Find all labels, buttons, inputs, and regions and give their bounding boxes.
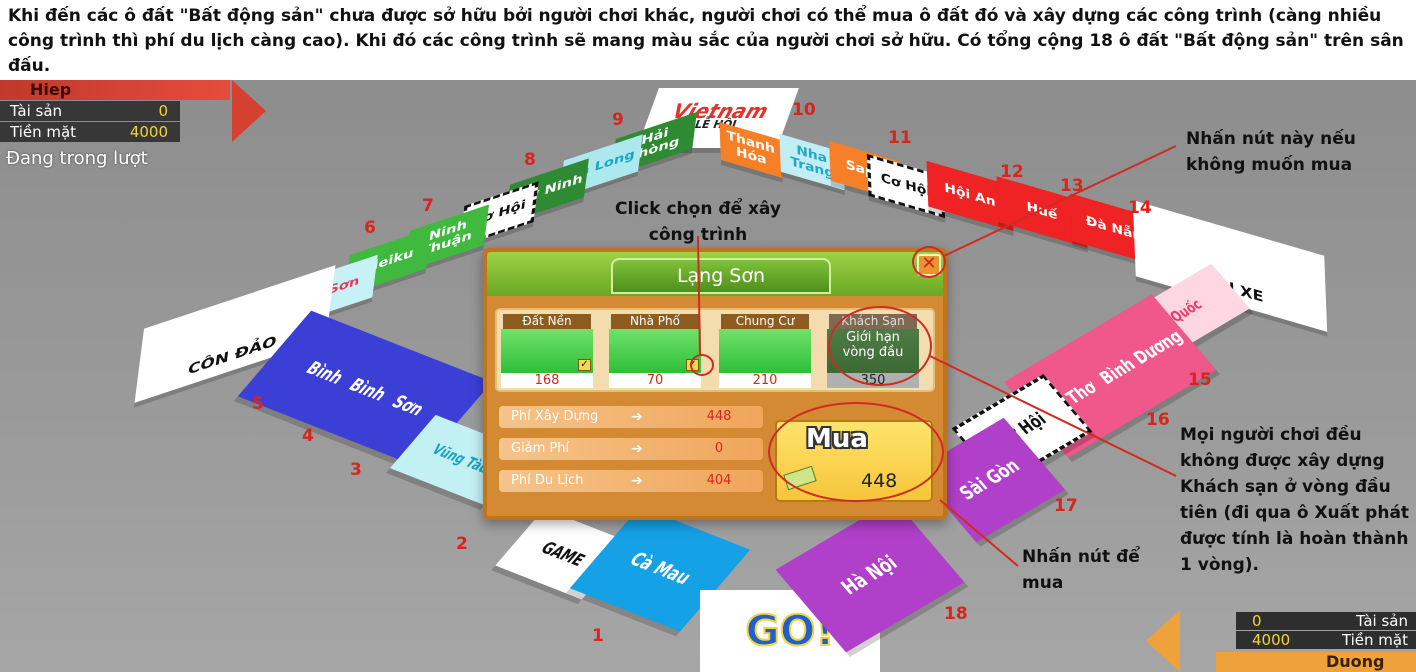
- tile-number-7: 7: [422, 196, 434, 216]
- annotation-ring-checkbox: [690, 354, 714, 376]
- option-dat-nen[interactable]: Đất Nền 168 ✓: [499, 314, 595, 388]
- intro-paragraph: Khi đến các ô đất "Bất động sản" chưa đư…: [0, 0, 1416, 80]
- tile-number-4: 4: [302, 426, 314, 446]
- tile-number-16: 16: [1146, 410, 1170, 430]
- dialog-title: Lạng Sơn: [611, 258, 831, 294]
- tile-number-5: 5: [252, 394, 264, 414]
- tile-number-15: 15: [1188, 370, 1212, 390]
- assets-row: Tài sản 0: [0, 101, 180, 121]
- tile-number-18: 18: [944, 604, 968, 624]
- tile-number-2: 2: [456, 534, 468, 554]
- option-chung-cu[interactable]: Chung Cư 210: [717, 314, 813, 388]
- annotation-click-build: Click chọn để xây công trình: [615, 199, 781, 245]
- tile-number-8: 8: [524, 150, 536, 170]
- arrow-right-icon: ➔: [631, 473, 643, 489]
- tile-number-12: 12: [1000, 162, 1024, 182]
- apartment-icon: [719, 329, 811, 373]
- fee-row-build: Phí Xây Dựng ➔ 448: [499, 406, 763, 428]
- game-scene: Vietnam LỄ HỘI Hải Phòng Hạ Long Tây Nin…: [0, 80, 1416, 672]
- fee-row-tourism: Phí Du Lịch ➔ 404: [499, 470, 763, 492]
- tile-number-6: 6: [364, 218, 376, 238]
- arrow-right-icon: ➔: [631, 409, 643, 425]
- cash-row: Tiền mặt 4000: [0, 122, 180, 142]
- tile-number-11: 11: [888, 128, 912, 148]
- tile-number-17: 17: [1054, 496, 1078, 516]
- annotation-ring-hotel: [828, 306, 932, 386]
- player-hud-top: Hiep Tài sản 0 Tiền mặt 4000: [0, 80, 270, 146]
- player-name-bottom: Duong: [1216, 652, 1416, 672]
- tile-number-13: 13: [1060, 176, 1084, 196]
- player-hud-arrow: [232, 80, 266, 142]
- annotation-buy-hint: Nhấn nút để mua: [1022, 547, 1140, 593]
- annotation-ring-close: [912, 246, 946, 278]
- tile-number-1: 1: [592, 626, 604, 646]
- assets-row-bottom: 0 Tài sản: [1236, 612, 1416, 630]
- tile-number-9: 9: [612, 110, 624, 130]
- annotation-close-hint: Nhấn nút này nếu không muốn mua: [1186, 129, 1356, 175]
- checkbox-icon[interactable]: ✓: [578, 359, 591, 371]
- option-nha-pho[interactable]: Nhà Phố 70 ✓: [607, 314, 703, 388]
- tile-number-14: 14: [1128, 198, 1152, 218]
- tile-number-3: 3: [350, 460, 362, 480]
- tile-number-10: 10: [792, 100, 816, 120]
- arrow-right-icon: ➔: [631, 441, 643, 457]
- turn-status: Đang trong lượt: [6, 148, 148, 169]
- fee-row-discount: Giảm Phí ➔ 0: [499, 438, 763, 460]
- annotation-ring-buy: [768, 402, 944, 502]
- player-hud-bottom: 0 Tài sản 4000 Tiền mặt Duong: [1146, 610, 1416, 672]
- annotation-hotel-rule: Mọi người chơi đều không được xây dựng K…: [1180, 425, 1410, 575]
- cash-row-bottom: 4000 Tiền mặt: [1236, 631, 1416, 649]
- player-name: Hiep: [0, 80, 230, 100]
- player-hud-arrow-bottom: [1146, 610, 1180, 672]
